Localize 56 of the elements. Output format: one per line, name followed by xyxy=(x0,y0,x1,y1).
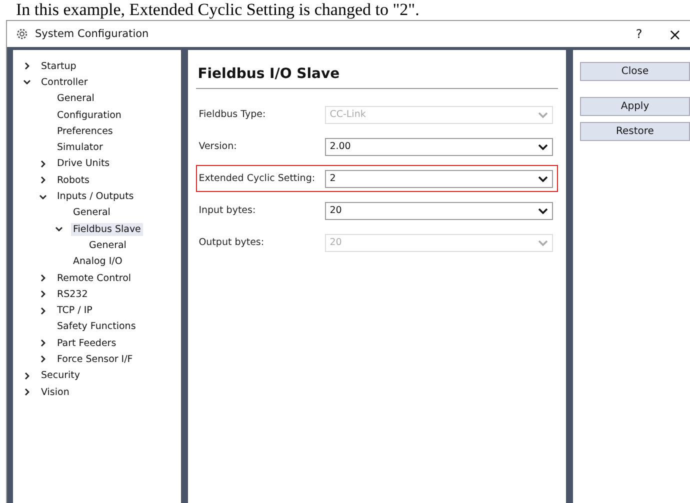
chevron-right-icon[interactable] xyxy=(39,160,47,168)
field-label: Version: xyxy=(198,141,238,152)
chevron-right-icon[interactable] xyxy=(39,290,47,298)
chevron-down-icon xyxy=(538,238,548,246)
tree-item[interactable]: Remote Control xyxy=(55,272,134,284)
dialog-button[interactable]: Close xyxy=(580,62,690,81)
tree-item[interactable]: RS232 xyxy=(55,288,90,301)
chevron-down-icon xyxy=(538,174,548,182)
tree-item[interactable]: Force Sensor I/F xyxy=(55,352,135,366)
tree-item[interactable]: Inputs / Outputs xyxy=(55,190,136,204)
chevron-right-icon[interactable] xyxy=(23,62,31,70)
tree-item[interactable]: Simulator xyxy=(55,141,105,154)
tree-item[interactable]: Preferences xyxy=(55,124,115,138)
chevron-down-icon[interactable] xyxy=(39,192,47,201)
chevron-right-icon[interactable] xyxy=(39,306,47,315)
field-label: Fieldbus Type: xyxy=(198,109,267,120)
chevron-right-icon[interactable] xyxy=(23,372,31,380)
chevron-down-icon xyxy=(538,142,548,150)
tree-item[interactable]: Safety Functions xyxy=(55,320,138,334)
dialog-button[interactable]: Apply xyxy=(580,97,690,116)
chevron-right-icon[interactable] xyxy=(39,274,47,282)
tree-item[interactable]: TCP / IP xyxy=(55,304,94,318)
dropdown[interactable]: 2.00 xyxy=(324,138,553,156)
chevron-right-icon[interactable] xyxy=(23,388,31,396)
tree-item[interactable]: General xyxy=(87,238,128,252)
tree-item[interactable]: Startup xyxy=(39,60,78,73)
tree-item[interactable]: Drive Units xyxy=(55,157,112,170)
tree-item[interactable]: Configuration xyxy=(55,108,124,122)
tree-item[interactable]: Fieldbus Slave xyxy=(71,222,143,236)
tree-item[interactable]: General xyxy=(55,92,96,106)
dialog-button[interactable]: Restore xyxy=(580,122,690,141)
window-title: System Configuration xyxy=(35,28,149,40)
chevron-right-icon[interactable] xyxy=(39,176,47,184)
caption-text: In this example, Extended Cyclic Setting is changed to "2". xyxy=(15,0,420,20)
tree-item[interactable]: Controller xyxy=(39,76,90,89)
tree-item[interactable]: Robots xyxy=(55,174,92,187)
chevron-right-icon[interactable] xyxy=(39,355,47,364)
field-label: Input bytes: xyxy=(198,205,257,216)
chevron-down-icon xyxy=(538,206,548,214)
tree-item[interactable]: Vision xyxy=(39,386,72,399)
chevron-down-icon xyxy=(538,110,548,118)
field-label: Extended Cyclic Setting: xyxy=(198,173,316,184)
tree-item[interactable]: Part Feeders xyxy=(55,336,118,350)
dropdown[interactable]: 20 xyxy=(324,202,553,220)
gear-icon xyxy=(15,27,29,41)
chevron-right-icon[interactable] xyxy=(39,339,47,348)
field-label: Output bytes: xyxy=(198,237,266,248)
tree-item[interactable]: Security xyxy=(39,369,82,382)
chevron-down-icon[interactable] xyxy=(23,78,31,86)
help-button[interactable]: ? xyxy=(624,27,654,41)
tree-item[interactable]: Analog I/O xyxy=(71,255,124,268)
tree-item[interactable]: General xyxy=(71,206,112,220)
chevron-down-icon[interactable] xyxy=(55,225,63,234)
close-button[interactable]: × xyxy=(660,24,690,44)
dropdown[interactable]: 2 xyxy=(324,170,553,188)
panel-heading: Fieldbus I/O Slave xyxy=(196,60,558,89)
